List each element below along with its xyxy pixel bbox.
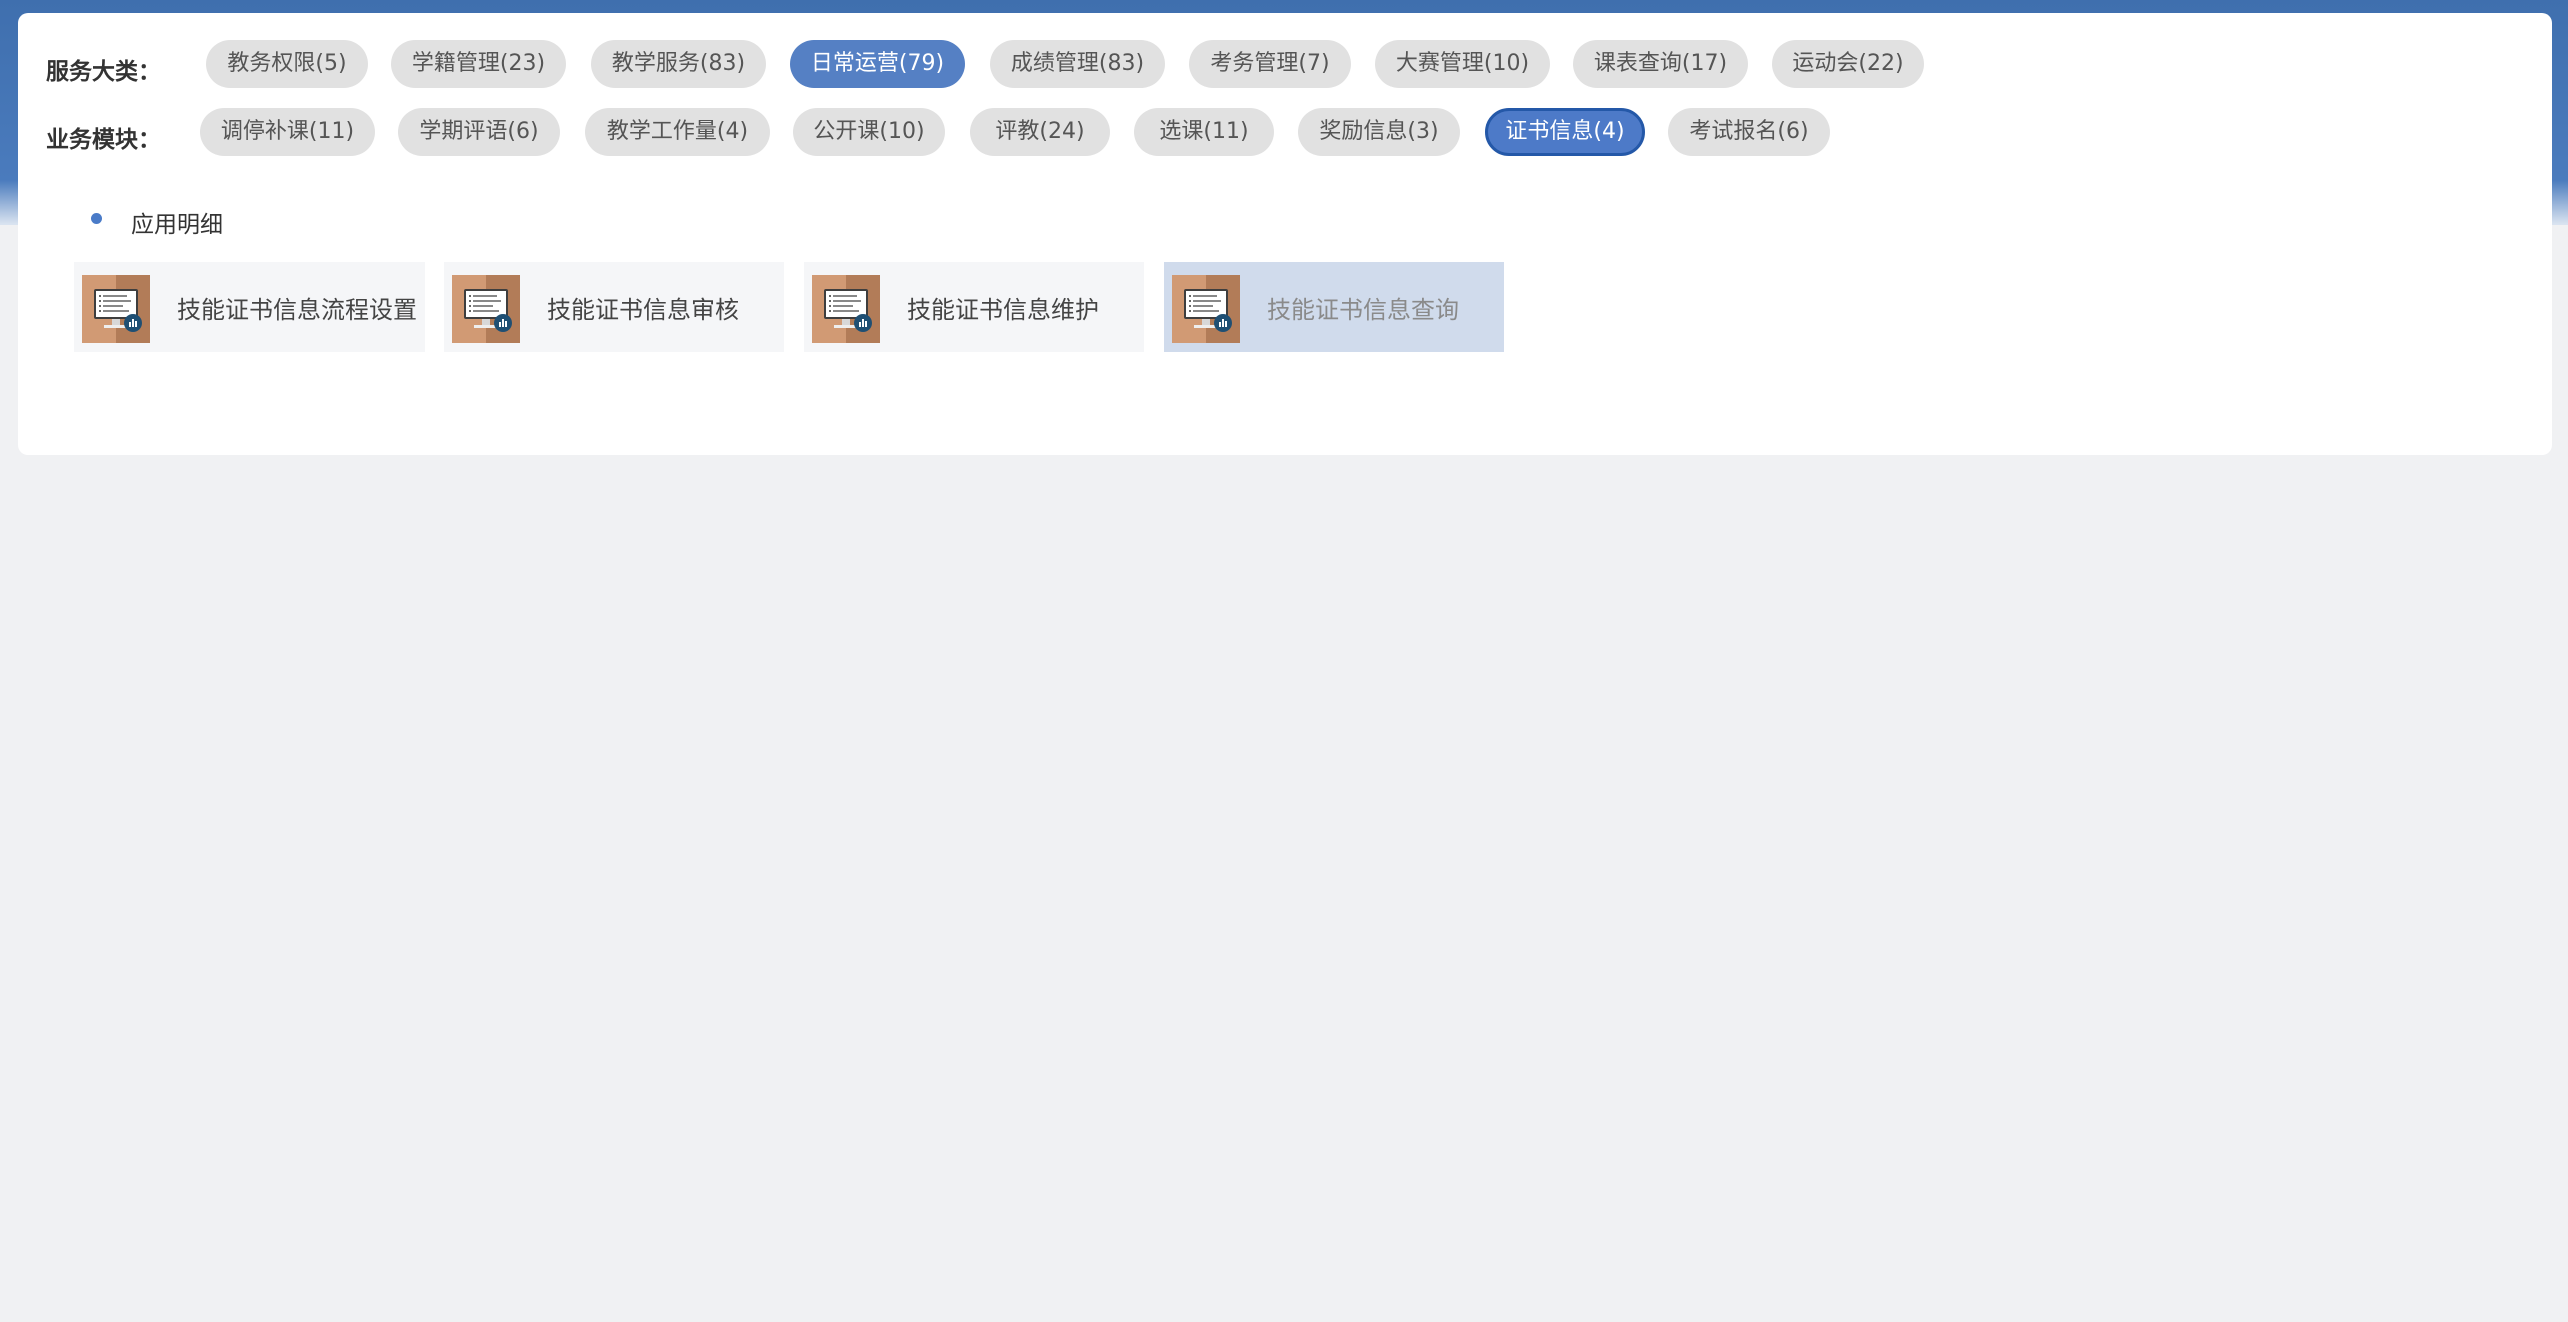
app-card-cert-review[interactable]: 技能证书信息审核 <box>444 262 784 352</box>
module-pill-kaoshi-baoming[interactable]: 考试报名(6) <box>1668 108 1830 156</box>
service-panel: 服务大类： 教务权限(5) 学籍管理(23) 教学服务(83) 日常运营(79)… <box>18 13 2552 455</box>
category-pill-dasai-guanli[interactable]: 大赛管理(10) <box>1375 40 1550 88</box>
computer-app-icon <box>1172 275 1240 343</box>
app-card-label: 技能证书信息查询 <box>1267 296 1459 324</box>
app-card-cert-maintenance[interactable]: 技能证书信息维护 <box>804 262 1144 352</box>
module-pill-jiangli-xinxi[interactable]: 奖励信息(3) <box>1298 108 1460 156</box>
app-details-title: 应用明细 <box>131 212 223 238</box>
module-pill-zhengshu-xinxi[interactable]: 证书信息(4) <box>1485 108 1645 156</box>
module-pill-xueqi-pingyu[interactable]: 学期评语(6) <box>398 108 560 156</box>
service-category-label: 服务大类： <box>46 59 161 85</box>
module-pill-xuanke[interactable]: 选课(11) <box>1134 108 1274 156</box>
category-pill-jiaoxue-fuwu[interactable]: 教学服务(83) <box>591 40 766 88</box>
category-pill-kebiao-chaxun[interactable]: 课表查询(17) <box>1573 40 1748 88</box>
category-pill-jiaowu-quanxian[interactable]: 教务权限(5) <box>206 40 368 88</box>
computer-app-icon <box>452 275 520 343</box>
bullet-dot-icon <box>91 213 102 224</box>
computer-app-icon <box>812 275 880 343</box>
app-card-label: 技能证书信息维护 <box>907 296 1099 324</box>
category-pill-xueji-guanli[interactable]: 学籍管理(23) <box>391 40 566 88</box>
module-pill-jiaoxue-gongzuoliang[interactable]: 教学工作量(4) <box>585 108 770 156</box>
module-pill-gongkaike[interactable]: 公开课(10) <box>793 108 945 156</box>
category-pill-yundonghui[interactable]: 运动会(22) <box>1772 40 1924 88</box>
category-pill-richang-yunying[interactable]: 日常运营(79) <box>790 40 965 88</box>
app-card-cert-workflow-setup[interactable]: 技能证书信息流程设置 <box>74 262 425 352</box>
app-card-cert-query[interactable]: 技能证书信息查询 <box>1164 262 1504 352</box>
computer-app-icon <box>82 275 150 343</box>
business-module-row: 业务模块： 调停补课(11) 学期评语(6) 教学工作量(4) 公开课(10) … <box>18 108 2552 156</box>
category-pill-chengji-guanli[interactable]: 成绩管理(83) <box>990 40 1165 88</box>
business-module-label: 业务模块： <box>46 127 161 153</box>
app-card-label: 技能证书信息审核 <box>547 296 739 324</box>
module-pill-tiaoting-buke[interactable]: 调停补课(11) <box>200 108 375 156</box>
category-pill-kaowu-guanli[interactable]: 考务管理(7) <box>1189 40 1351 88</box>
service-category-row: 服务大类： 教务权限(5) 学籍管理(23) 教学服务(83) 日常运营(79)… <box>18 40 2552 88</box>
module-pill-pingjiao[interactable]: 评教(24) <box>970 108 1110 156</box>
app-card-label: 技能证书信息流程设置 <box>177 296 417 324</box>
